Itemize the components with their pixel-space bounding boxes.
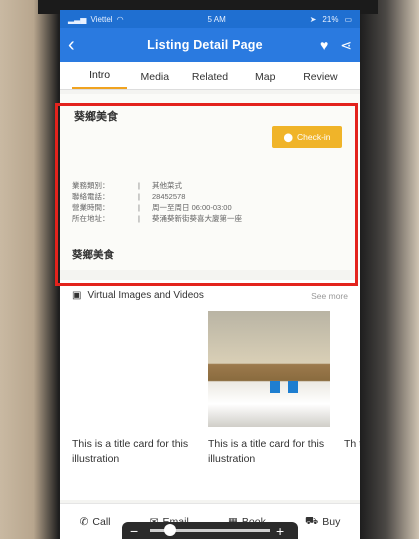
shop-name-footer: 葵鄉美食 <box>72 249 114 261</box>
tab-map[interactable]: Map <box>238 71 293 89</box>
card-caption: This is a title card for this illustrati… <box>208 438 325 465</box>
info-key: 所在地址： <box>72 214 110 223</box>
info-divider: | <box>138 192 140 201</box>
tab-related[interactable]: Related <box>182 71 237 89</box>
gallery-title: Virtual Images and Videos <box>87 290 204 301</box>
info-value[interactable]: 28452578 <box>152 191 185 202</box>
tab-intro[interactable]: Intro <box>72 69 128 89</box>
checkin-button[interactable]: ⬤ Check-in <box>272 126 342 148</box>
see-more-link[interactable]: See more <box>311 291 348 301</box>
card-caption: This is a title card for this illustrati… <box>72 438 189 465</box>
info-row: 營業時間： | 周一至周日 06:00-03:00 <box>72 202 242 213</box>
share-icon[interactable]: ⋖ <box>340 37 352 54</box>
location-icon: ➤ <box>309 14 317 24</box>
card-caption: Th thi <box>344 438 360 450</box>
info-key: 營業時間： <box>72 203 110 212</box>
info-list: 業務類別： | 其他菜式 聯絡電話： | 28452578 營業時間： | 周一… <box>72 180 242 224</box>
info-divider: | <box>138 181 140 190</box>
checkin-label: Check-in <box>296 132 331 142</box>
media-gallery: ▣ Virtual Images and Videos See more Thi… <box>60 280 360 500</box>
shop-name: 葵鄉美食 <box>74 111 118 123</box>
battery-label: 21% <box>322 14 339 24</box>
plus-icon[interactable]: + <box>276 523 290 539</box>
time-label: 5 AM <box>207 14 226 24</box>
pillow-shape <box>288 381 298 393</box>
wifi-icon: ◠ <box>116 14 124 24</box>
buy-button[interactable]: ⛟ Buy <box>305 515 340 529</box>
call-label: Call <box>92 515 111 528</box>
app-bar: ‹ Listing Detail Page ♥ ⋖ <box>60 28 360 62</box>
status-bar: ▂▃▅ Viettel ◠ 5 AM ➤ 21% ▭ <box>60 10 360 28</box>
info-divider: | <box>138 214 140 223</box>
zoom-slider[interactable]: − + <box>122 522 298 539</box>
page-title: Listing Detail Page <box>147 38 263 52</box>
card-image <box>72 311 194 427</box>
listing-detail: 葵鄉美食 ⬤ Check-in 業務類別： | 其他菜式 聯絡電話： | 284… <box>60 94 360 270</box>
media-card[interactable]: This is a title card for this illustrati… <box>208 311 330 467</box>
card-image <box>344 311 360 427</box>
zoom-thumb[interactable] <box>164 524 177 536</box>
tab-review[interactable]: Review <box>293 71 348 89</box>
call-button[interactable]: ✆ Call <box>80 516 111 528</box>
heart-icon[interactable]: ♥ <box>320 37 328 54</box>
image-icon: ▣ <box>72 290 82 301</box>
info-key: 業務類別： <box>72 181 110 190</box>
info-value: 周一至周日 06:00-03:00 <box>152 203 232 212</box>
media-card[interactable]: This is a title card for this illustrati… <box>72 311 194 467</box>
map-pin-icon: ⬤ <box>283 131 293 142</box>
card-image <box>208 311 330 427</box>
minus-icon[interactable]: − <box>130 523 144 539</box>
tab-media[interactable]: Media <box>127 71 182 89</box>
back-icon[interactable]: ‹ <box>68 34 90 57</box>
buy-label: Buy <box>322 515 341 528</box>
tab-bar: Intro Media Related Map Review <box>60 62 360 90</box>
info-row: 所在地址： | 葵涌葵新街葵喜大廈第一座 <box>72 213 242 224</box>
info-row: 聯絡電話： | 28452578 <box>72 191 242 202</box>
phone-icon: ✆ <box>79 515 89 528</box>
media-card[interactable]: Th thi <box>344 311 360 467</box>
info-divider: | <box>138 203 140 212</box>
zoom-track[interactable] <box>150 524 270 536</box>
battery-icon: ▭ <box>344 14 352 24</box>
signal-icon: ▂▃▅ <box>68 14 87 24</box>
info-value[interactable]: 葵涌葵新街葵喜大廈第一座 <box>152 213 242 224</box>
info-value: 其他菜式 <box>152 181 182 190</box>
pillow-shape <box>270 381 280 393</box>
phone-screen: ▂▃▅ Viettel ◠ 5 AM ➤ 21% ▭ ‹ Listing Det… <box>60 10 360 539</box>
carrier-label: Viettel <box>90 14 113 24</box>
info-key: 聯絡電話： <box>72 192 110 201</box>
info-row: 業務類別： | 其他菜式 <box>72 180 242 191</box>
cart-icon: ⛟ <box>305 514 319 527</box>
